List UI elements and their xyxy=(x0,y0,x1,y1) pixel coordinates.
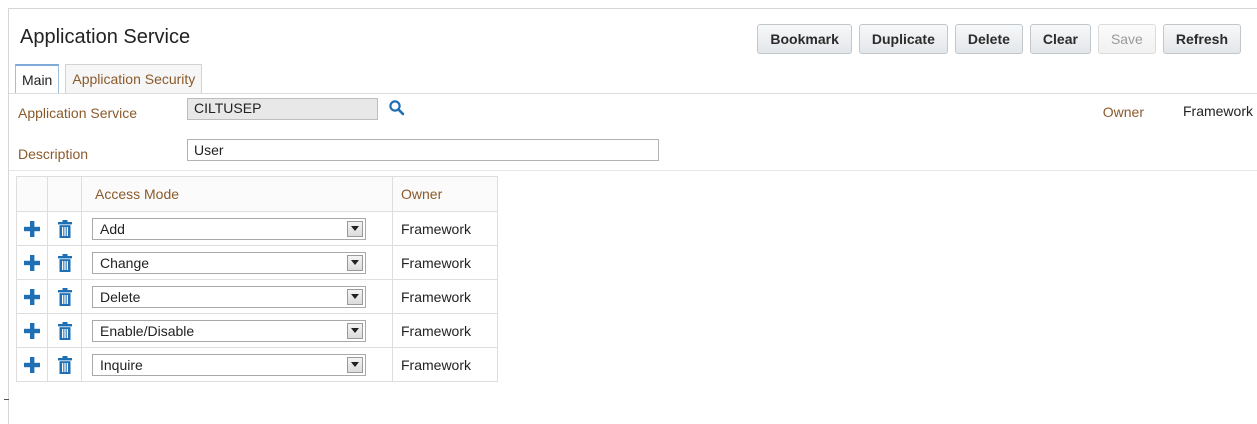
tab-bar: Main Application Security xyxy=(15,64,203,93)
row-owner: Framework xyxy=(392,211,498,246)
chevron-down-icon[interactable] xyxy=(347,254,363,271)
add-row-icon[interactable] xyxy=(21,320,43,342)
tab-application-security[interactable]: Application Security xyxy=(65,64,203,93)
owner-column-header: Owner xyxy=(392,176,498,212)
trash-icon[interactable] xyxy=(54,320,76,342)
trash-icon[interactable] xyxy=(54,286,76,308)
row-owner: Framework xyxy=(392,279,498,314)
chevron-down-icon[interactable] xyxy=(347,288,363,305)
form-divider xyxy=(9,170,1257,171)
table-row: Enable/Disable Framework xyxy=(16,313,498,348)
save-button[interactable]: Save xyxy=(1097,24,1156,54)
add-row-icon[interactable] xyxy=(21,286,43,308)
add-column-header xyxy=(16,176,48,212)
page-frame-left xyxy=(8,8,9,424)
access-mode-select[interactable]: Delete xyxy=(92,285,366,308)
access-mode-select[interactable]: Inquire xyxy=(92,353,366,376)
bookmark-button[interactable]: Bookmark xyxy=(757,24,852,54)
access-mode-value: Inquire xyxy=(100,356,143,373)
trash-icon[interactable] xyxy=(54,252,76,274)
chevron-down-icon[interactable] xyxy=(347,356,363,373)
table-row: Inquire Framework xyxy=(16,347,498,382)
clear-button[interactable]: Clear xyxy=(1029,24,1091,54)
access-mode-value: Change xyxy=(100,254,150,271)
tab-main[interactable]: Main xyxy=(15,64,60,93)
trash-icon[interactable] xyxy=(54,354,76,376)
grid-header-row: Access Mode Owner xyxy=(16,176,498,212)
toolbar: Bookmark Duplicate Delete Clear Save Ref… xyxy=(757,24,1241,54)
refresh-button[interactable]: Refresh xyxy=(1162,24,1241,54)
owner-label: Owner xyxy=(1102,104,1144,120)
access-mode-select[interactable]: Change xyxy=(92,251,366,274)
page-frame-top xyxy=(8,8,1257,9)
tab-divider xyxy=(9,93,1257,94)
description-input[interactable] xyxy=(187,139,659,161)
search-icon[interactable] xyxy=(388,99,406,117)
access-mode-select[interactable]: Enable/Disable xyxy=(92,319,366,342)
table-row: Delete Framework xyxy=(16,279,498,314)
row-owner: Framework xyxy=(392,313,498,348)
row-owner: Framework xyxy=(392,245,498,280)
delete-column-header xyxy=(47,176,82,212)
access-mode-value: Delete xyxy=(100,288,141,305)
add-row-icon[interactable] xyxy=(21,354,43,376)
delete-button[interactable]: Delete xyxy=(954,24,1023,54)
duplicate-button[interactable]: Duplicate xyxy=(858,24,948,54)
application-service-field: CILTUSEP xyxy=(187,98,378,120)
access-mode-value: Add xyxy=(100,220,125,237)
table-row: Add Framework xyxy=(16,211,498,246)
add-row-icon[interactable] xyxy=(21,218,43,240)
owner-value: Framework xyxy=(1182,103,1253,119)
add-row-icon[interactable] xyxy=(21,252,43,274)
row-owner: Framework xyxy=(392,347,498,382)
chevron-down-icon[interactable] xyxy=(347,220,363,237)
table-row: Change Framework xyxy=(16,245,498,280)
access-mode-value: Enable/Disable xyxy=(100,322,195,339)
access-mode-select[interactable]: Add xyxy=(92,217,366,240)
trash-icon[interactable] xyxy=(54,218,76,240)
access-mode-grid: Access Mode Owner Add Framework Change F… xyxy=(16,176,498,382)
access-mode-header: Access Mode xyxy=(81,176,393,212)
description-label: Description xyxy=(18,146,89,162)
application-service-label: Application Service xyxy=(18,105,138,121)
chevron-down-icon[interactable] xyxy=(347,322,363,339)
side-tick-mark xyxy=(4,399,9,400)
page-title: Application Service xyxy=(20,26,191,48)
